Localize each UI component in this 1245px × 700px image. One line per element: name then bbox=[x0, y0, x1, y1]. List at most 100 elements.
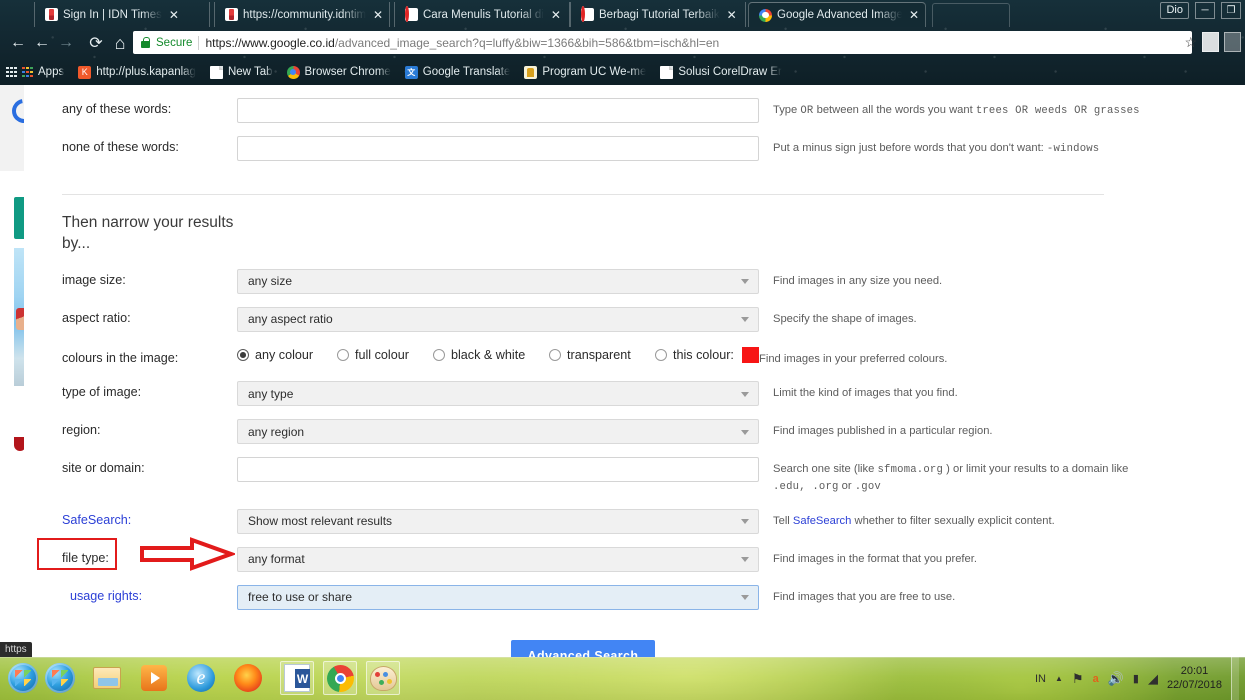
action-center-flag-icon[interactable]: ⚑ bbox=[1072, 671, 1084, 687]
show-desktop-button[interactable] bbox=[1231, 657, 1239, 700]
radio-label: this colour: bbox=[673, 347, 734, 362]
minimize-button[interactable]: ─ bbox=[1195, 2, 1215, 20]
paint-icon[interactable] bbox=[366, 661, 400, 695]
row-region: region: any region Find images published… bbox=[62, 419, 1142, 445]
google-chrome-icon[interactable] bbox=[323, 661, 357, 695]
help-mono: .edu, .org bbox=[773, 481, 839, 494]
row-type-of-image: type of image: any type Limit the kind o… bbox=[62, 381, 1142, 407]
divider bbox=[198, 35, 200, 50]
battery-icon[interactable]: ▮ bbox=[1133, 672, 1139, 685]
browser-tab-3[interactable]: Cara Menulis Tutorial di ✕ bbox=[394, 2, 570, 27]
help-text: Search one site (like bbox=[773, 463, 878, 476]
volume-icon[interactable]: 🔊 bbox=[1108, 671, 1124, 687]
bookmark-label: Program UC We-me bbox=[542, 66, 647, 78]
start-orb[interactable] bbox=[6, 661, 40, 695]
label-region: region: bbox=[62, 423, 101, 438]
select-usage-rights[interactable]: free to use or share bbox=[237, 584, 759, 610]
reload-icon[interactable]: ⟳ bbox=[84, 33, 108, 53]
field-type-of-image: any type bbox=[237, 381, 759, 407]
radio-button-icon[interactable] bbox=[549, 348, 561, 361]
google-favicon bbox=[759, 8, 772, 22]
maximize-restore-button[interactable]: ❐ bbox=[1221, 2, 1241, 20]
back-icon-secondary[interactable]: ← bbox=[30, 34, 54, 52]
select-value: any region bbox=[248, 424, 305, 439]
input-any-of-these-words[interactable] bbox=[237, 98, 759, 123]
select-safesearch[interactable]: Show most relevant results bbox=[237, 508, 759, 534]
extension-button-1[interactable] bbox=[1202, 32, 1219, 52]
show-hidden-icons-icon[interactable]: ▲ bbox=[1055, 674, 1063, 683]
clock[interactable]: 20:01 22/07/2018 bbox=[1167, 665, 1222, 693]
back-icon[interactable]: ← bbox=[6, 34, 30, 52]
input-site-or-domain[interactable] bbox=[237, 457, 759, 483]
select-aspect-ratio[interactable]: any aspect ratio bbox=[237, 306, 759, 332]
tab-close-icon[interactable]: ✕ bbox=[373, 9, 383, 21]
label-safesearch[interactable]: SafeSearch: bbox=[62, 509, 237, 527]
label-usage-rights: usage rights: bbox=[70, 588, 143, 603]
safesearch-link[interactable]: SafeSearch bbox=[793, 515, 851, 527]
bookmark-solusi-coreldraw[interactable]: Solusi CorelDraw Er bbox=[653, 65, 789, 79]
select-file-type[interactable]: any format bbox=[237, 546, 759, 572]
radio-button-icon[interactable] bbox=[337, 348, 349, 361]
background-window-sliver bbox=[0, 85, 41, 657]
start-orb-secondary[interactable] bbox=[43, 661, 77, 695]
windows-explorer-icon[interactable] bbox=[90, 661, 124, 695]
forward-icon[interactable]: → bbox=[54, 34, 78, 52]
internet-explorer-icon[interactable]: e bbox=[184, 661, 218, 695]
browser-tab-1[interactable]: Sign In | IDN Times ✕ bbox=[34, 2, 210, 27]
radio-transparent[interactable]: transparent bbox=[549, 348, 655, 362]
bookmark-label: New Tab bbox=[227, 66, 273, 78]
browser-tab-2[interactable]: https://community.idntim ✕ bbox=[214, 2, 390, 27]
bookmark-kapanlagi[interactable]: K http://plus.kapanlag bbox=[71, 65, 203, 79]
tab-strip: Sign In | IDN Times ✕ https://community.… bbox=[0, 0, 1245, 27]
help-safesearch: Tell SafeSearch whether to filter sexual… bbox=[759, 509, 1142, 529]
radio-full-colour[interactable]: full colour bbox=[337, 348, 433, 362]
label-any-of-these-words: any of these words: bbox=[62, 102, 172, 116]
browser-tab-5-active[interactable]: Google Advanced Image ✕ bbox=[748, 2, 926, 27]
bookmark-star-icon[interactable]: ☆ bbox=[1184, 34, 1197, 51]
tab-close-icon[interactable]: ✕ bbox=[727, 9, 737, 21]
radio-button-icon[interactable] bbox=[655, 348, 667, 361]
tab-close-icon[interactable]: ✕ bbox=[909, 9, 919, 21]
field-usage-rights: free to use or share bbox=[237, 584, 759, 610]
chevron-down-icon bbox=[741, 317, 749, 323]
bookmark-browser-chrome[interactable]: Browser Chrome bbox=[280, 65, 398, 79]
help-text: ) or limit your results to a domain like bbox=[943, 463, 1129, 476]
select-image-size[interactable]: any size bbox=[237, 268, 759, 294]
idn-favicon bbox=[45, 8, 58, 21]
bookmarks-bar: Apps K http://plus.kapanlag New Tab Brow… bbox=[0, 60, 1245, 84]
page-icon bbox=[660, 65, 674, 79]
browser-tab-4[interactable]: Berbagi Tutorial Terbaik ✕ bbox=[570, 2, 746, 27]
row-none-of-these-words: none of these words: Put a minus sign ju… bbox=[62, 136, 1142, 161]
radio-black-and-white[interactable]: black & white bbox=[433, 348, 549, 362]
new-tab-button[interactable] bbox=[932, 3, 1010, 27]
help-mono: .gov bbox=[854, 481, 881, 494]
bookmark-new-tab[interactable]: New Tab bbox=[203, 65, 280, 79]
advanced-search-button[interactable]: Advanced Search bbox=[510, 639, 656, 657]
windows-media-player-icon[interactable] bbox=[137, 661, 171, 695]
submit-row: Advanced Search bbox=[62, 639, 1104, 657]
bookmark-google-translate[interactable]: 文 Google Translate bbox=[398, 65, 518, 79]
bookmark-program-uc[interactable]: Program UC We-me bbox=[517, 65, 653, 79]
select-value: any type bbox=[248, 386, 294, 401]
label-site-or-domain: site or domain: bbox=[62, 461, 145, 476]
input-none-of-these-words[interactable] bbox=[237, 136, 759, 161]
radio-any-colour[interactable]: any colour bbox=[237, 348, 337, 362]
radio-button-icon[interactable] bbox=[237, 348, 249, 361]
tab-close-icon[interactable]: ✕ bbox=[551, 9, 561, 21]
antivirus-icon[interactable]: a bbox=[1093, 673, 1099, 685]
extension-button-2[interactable] bbox=[1224, 32, 1241, 52]
tab-close-icon[interactable]: ✕ bbox=[169, 9, 179, 21]
language-indicator[interactable]: IN bbox=[1035, 673, 1046, 685]
home-icon[interactable]: ⌂ bbox=[108, 33, 132, 54]
radio-button-icon[interactable] bbox=[433, 348, 445, 361]
select-region[interactable]: any region bbox=[237, 419, 759, 445]
select-type-of-image[interactable]: any type bbox=[237, 381, 759, 407]
address-bar[interactable]: Secure https://www.google.co.id/advanced… bbox=[133, 31, 1192, 54]
microsoft-word-icon[interactable] bbox=[280, 661, 314, 695]
apps-shortcut[interactable]: Apps bbox=[0, 66, 71, 78]
user-profile-button[interactable]: Dio bbox=[1160, 2, 1189, 20]
radio-this-colour[interactable]: this colour: bbox=[655, 346, 759, 363]
colour-swatch[interactable] bbox=[741, 346, 759, 363]
network-signal-icon[interactable]: ◢ bbox=[1148, 671, 1158, 687]
firefox-icon[interactable] bbox=[231, 661, 265, 695]
